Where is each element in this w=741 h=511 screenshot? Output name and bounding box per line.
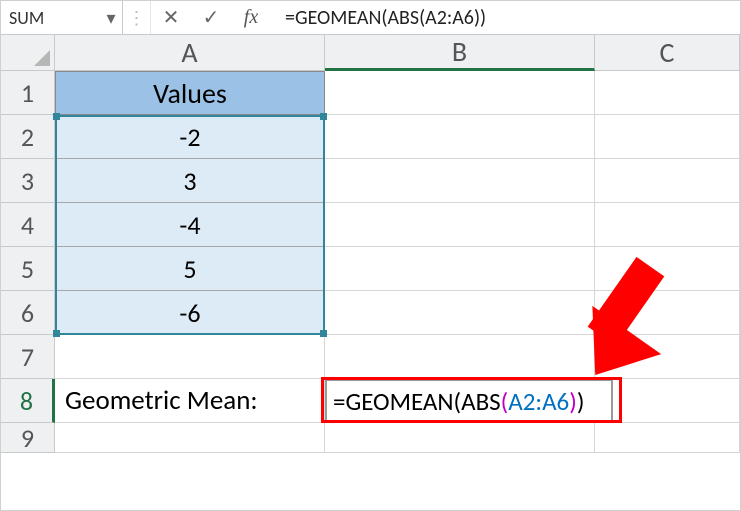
cell-B8[interactable]: =GEOMEAN(ABS(A2:A6)) <box>325 379 613 423</box>
cell-B6[interactable] <box>325 291 595 335</box>
row-2: 2 -2 <box>1 115 740 159</box>
row-header-8[interactable]: 8 <box>1 379 55 423</box>
cell-B7[interactable] <box>325 335 595 379</box>
cell-A7[interactable] <box>55 335 325 379</box>
row-header-3[interactable]: 3 <box>1 159 55 203</box>
name-box[interactable]: SUM ▾ <box>1 1 123 34</box>
cell-A2[interactable]: -2 <box>55 115 325 159</box>
cell-B3[interactable] <box>325 159 595 203</box>
insert-function-button[interactable]: fx <box>231 1 271 34</box>
row-header-7[interactable]: 7 <box>1 335 55 379</box>
row-header-4[interactable]: 4 <box>1 203 55 247</box>
row-1: 1 Values <box>1 71 740 115</box>
cell-C2[interactable] <box>595 115 740 159</box>
row-6: 6 -6 <box>1 291 740 335</box>
cell-C7[interactable] <box>595 335 740 379</box>
formula-bar-spacer: ⋮ <box>123 1 151 34</box>
column-header-row: A B C <box>1 35 740 71</box>
name-box-dropdown-icon[interactable]: ▾ <box>106 13 116 23</box>
cell-C3[interactable] <box>595 159 740 203</box>
cell-A3[interactable]: 3 <box>55 159 325 203</box>
cell-A8[interactable]: Geometric Mean: <box>55 379 325 423</box>
formula-bar: SUM ▾ ⋮ ✕ ✓ fx =GEOMEAN(ABS(A2:A6)) <box>1 1 740 35</box>
row-3: 3 3 <box>1 159 740 203</box>
cell-C1[interactable] <box>595 71 740 115</box>
row-9: 9 <box>1 423 740 453</box>
cell-C8[interactable] <box>613 379 740 423</box>
cell-B5[interactable] <box>325 247 595 291</box>
name-box-value: SUM <box>9 7 44 29</box>
fx-icon: fx <box>244 6 258 29</box>
cell-B2[interactable] <box>325 115 595 159</box>
row-header-5[interactable]: 5 <box>1 247 55 291</box>
row-header-9[interactable]: 9 <box>1 423 55 453</box>
column-header-C[interactable]: C <box>595 35 740 71</box>
cancel-icon: ✕ <box>163 5 180 30</box>
row-header-2[interactable]: 2 <box>1 115 55 159</box>
cell-C4[interactable] <box>595 203 740 247</box>
row-header-1[interactable]: 1 <box>1 71 55 115</box>
vdots-icon: ⋮ <box>128 7 146 29</box>
formula-bar-text: =GEOMEAN(ABS(A2:A6)) <box>285 6 486 30</box>
row-5: 5 5 <box>1 247 740 291</box>
cell-B4[interactable] <box>325 203 595 247</box>
cell-B1[interactable] <box>325 71 595 115</box>
row-header-6[interactable]: 6 <box>1 291 55 335</box>
row-4: 4 -4 <box>1 203 740 247</box>
select-all-button[interactable] <box>1 35 55 71</box>
formula-bar-input[interactable]: =GEOMEAN(ABS(A2:A6)) <box>271 6 740 30</box>
row-7: 7 <box>1 335 740 379</box>
spreadsheet-grid: A B C 1 Values 2 -2 3 3 4 -4 5 5 6 -6 <box>1 35 740 453</box>
enter-button[interactable]: ✓ <box>191 1 231 34</box>
cell-C6[interactable] <box>595 291 740 335</box>
cell-B9[interactable] <box>325 423 595 453</box>
column-header-B[interactable]: B <box>325 35 595 71</box>
cell-A6[interactable]: -6 <box>55 291 325 335</box>
check-icon: ✓ <box>203 5 220 30</box>
cell-A5[interactable]: 5 <box>55 247 325 291</box>
cell-A4[interactable]: -4 <box>55 203 325 247</box>
cell-C9[interactable] <box>595 423 740 453</box>
cell-A1[interactable]: Values <box>55 71 325 115</box>
row-8: 8 Geometric Mean: =GEOMEAN(ABS(A2:A6)) <box>1 379 740 423</box>
cell-C5[interactable] <box>595 247 740 291</box>
cell-A9[interactable] <box>55 423 325 453</box>
cancel-button[interactable]: ✕ <box>151 1 191 34</box>
column-header-A[interactable]: A <box>55 35 325 71</box>
